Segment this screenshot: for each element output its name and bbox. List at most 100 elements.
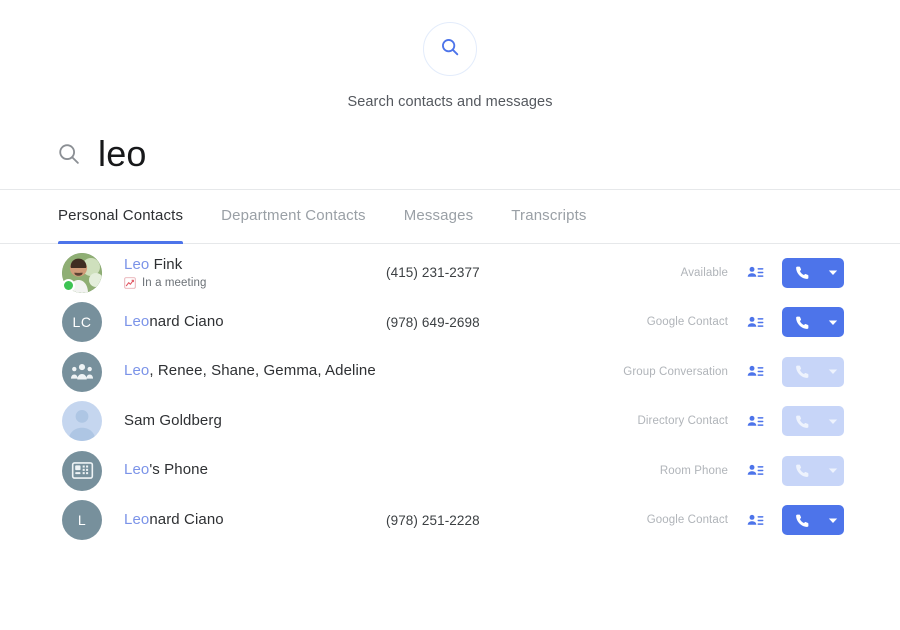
status-line: In a meeting [124, 277, 386, 289]
search-input[interactable]: leo [98, 135, 147, 172]
tab-label: Transcripts [511, 207, 587, 224]
result-row[interactable]: Leo, Renee, Shane, Gemma, Adeline Group C… [0, 347, 900, 397]
avatar-cell [62, 450, 124, 491]
contact-name: Leo Fink [124, 256, 386, 275]
avatar [62, 450, 102, 491]
call-options-dropdown [822, 418, 844, 425]
contact-card-button[interactable] [744, 361, 766, 383]
contact-card-icon [746, 461, 765, 480]
name-rest: Fink [149, 256, 183, 274]
call-action[interactable] [782, 265, 822, 280]
group-avatar-icon [68, 358, 96, 386]
call-action[interactable] [782, 513, 822, 528]
name-cell: Leo's Phone [124, 461, 386, 480]
name-match-highlight: Leo [124, 510, 150, 528]
name-match-highlight: Leo [124, 461, 150, 479]
call-action[interactable] [782, 315, 822, 330]
result-row[interactable]: Leo Fink In a meeting (415) 231-2377 Avail… [0, 248, 900, 298]
contact-name: Leo, Renee, Shane, Gemma, Adeline [124, 362, 386, 381]
name-rest: nard Ciano [149, 312, 224, 330]
chevron-down-icon [828, 368, 838, 375]
call-button[interactable] [782, 505, 844, 536]
in-a-meeting-icon [124, 277, 136, 289]
contact-type-label: Google Contact [646, 514, 728, 527]
call-options-dropdown[interactable] [822, 319, 844, 326]
name-cell: Sam Goldberg [124, 412, 386, 431]
tab-messages[interactable]: Messages [404, 190, 474, 243]
avatar-cell [62, 401, 124, 442]
search-icon [56, 141, 90, 167]
avatar: L [62, 500, 102, 541]
row-actions [744, 307, 844, 338]
contact-card-icon [746, 362, 765, 381]
name-match-highlight: Leo [124, 256, 150, 274]
phone-number: (415) 231-2377 [386, 265, 480, 281]
status-text: In a meeting [142, 277, 207, 290]
contact-type-label: Google Contact [646, 316, 728, 329]
call-action [782, 414, 822, 429]
call-button [782, 406, 844, 437]
phone-icon [795, 463, 810, 478]
phone-icon [795, 315, 810, 330]
contact-card-button[interactable] [744, 262, 766, 284]
call-button[interactable] [782, 257, 844, 288]
contact-card-icon [746, 511, 765, 530]
contact-name: Leo's Phone [124, 461, 386, 480]
contact-type-label: Group Conversation [623, 365, 728, 378]
person-placeholder-avatar-icon [62, 401, 102, 442]
tab-transcripts[interactable]: Transcripts [511, 190, 586, 243]
name-cell: Leonard Ciano [124, 313, 386, 332]
call-options-dropdown [822, 368, 844, 375]
avatar [62, 401, 102, 442]
row-actions [744, 505, 844, 536]
name-rest: , Renee, Shane, Gemma, Adeline [149, 362, 376, 380]
name-rest: nard Ciano [149, 510, 224, 528]
name-rest: 's Phone [149, 461, 209, 479]
chevron-down-icon [828, 319, 838, 326]
avatar-cell: LC [62, 302, 124, 343]
avatar [62, 351, 102, 392]
row-actions [744, 406, 844, 437]
result-row[interactable]: Leo's Phone Room Phone [0, 446, 900, 496]
chevron-down-icon [828, 418, 838, 425]
contact-name: Leonard Ciano [124, 511, 386, 530]
search-bar[interactable]: leo [0, 118, 900, 190]
avatar: LC [62, 302, 102, 343]
call-action [782, 364, 822, 379]
result-row[interactable]: Sam Goldberg Directory Contact [0, 397, 900, 447]
search-hero: Search contacts and messages [0, 0, 900, 118]
tab-label: Messages [403, 207, 474, 224]
results-list: Leo Fink In a meeting (415) 231-2377 Avail… [0, 244, 900, 545]
tab-department-contacts[interactable]: Department Contacts [221, 190, 366, 243]
contact-card-icon [746, 263, 765, 282]
presence-indicator [62, 278, 75, 292]
row-actions [744, 356, 844, 387]
contact-name: Sam Goldberg [124, 412, 386, 431]
name-rest: Sam Goldberg [124, 411, 222, 429]
contact-type-label: Room Phone [659, 464, 728, 477]
call-button[interactable] [782, 307, 844, 338]
search-icon [439, 36, 461, 63]
row-actions [744, 455, 844, 486]
call-options-dropdown[interactable] [822, 269, 844, 276]
avatar-cell [62, 252, 124, 293]
result-row[interactable]: LC Leonard Ciano (978) 649-2698 Google Cont… [0, 298, 900, 348]
row-actions [744, 257, 844, 288]
contact-card-button[interactable] [744, 509, 766, 531]
name-match-highlight: Leo [124, 362, 150, 380]
avatar-initials: L [77, 512, 87, 529]
hero-search-badge [423, 22, 477, 76]
contact-card-button[interactable] [744, 311, 766, 333]
call-options-dropdown[interactable] [822, 517, 844, 524]
tab-personal-contacts[interactable]: Personal Contacts [58, 190, 184, 244]
result-row[interactable]: L Leonard Ciano (978) 251-2228 Google Conta… [0, 496, 900, 546]
call-action [782, 463, 822, 478]
contact-card-button[interactable] [744, 460, 766, 482]
avatar-cell [62, 351, 124, 392]
name-cell: Leonard Ciano [124, 511, 386, 530]
hero-caption: Search contacts and messages [347, 94, 553, 110]
phone-number: (978) 649-2698 [386, 314, 480, 330]
contact-card-button[interactable] [744, 410, 766, 432]
contact-card-icon [746, 412, 765, 431]
phone-number: (978) 251-2228 [386, 512, 480, 528]
